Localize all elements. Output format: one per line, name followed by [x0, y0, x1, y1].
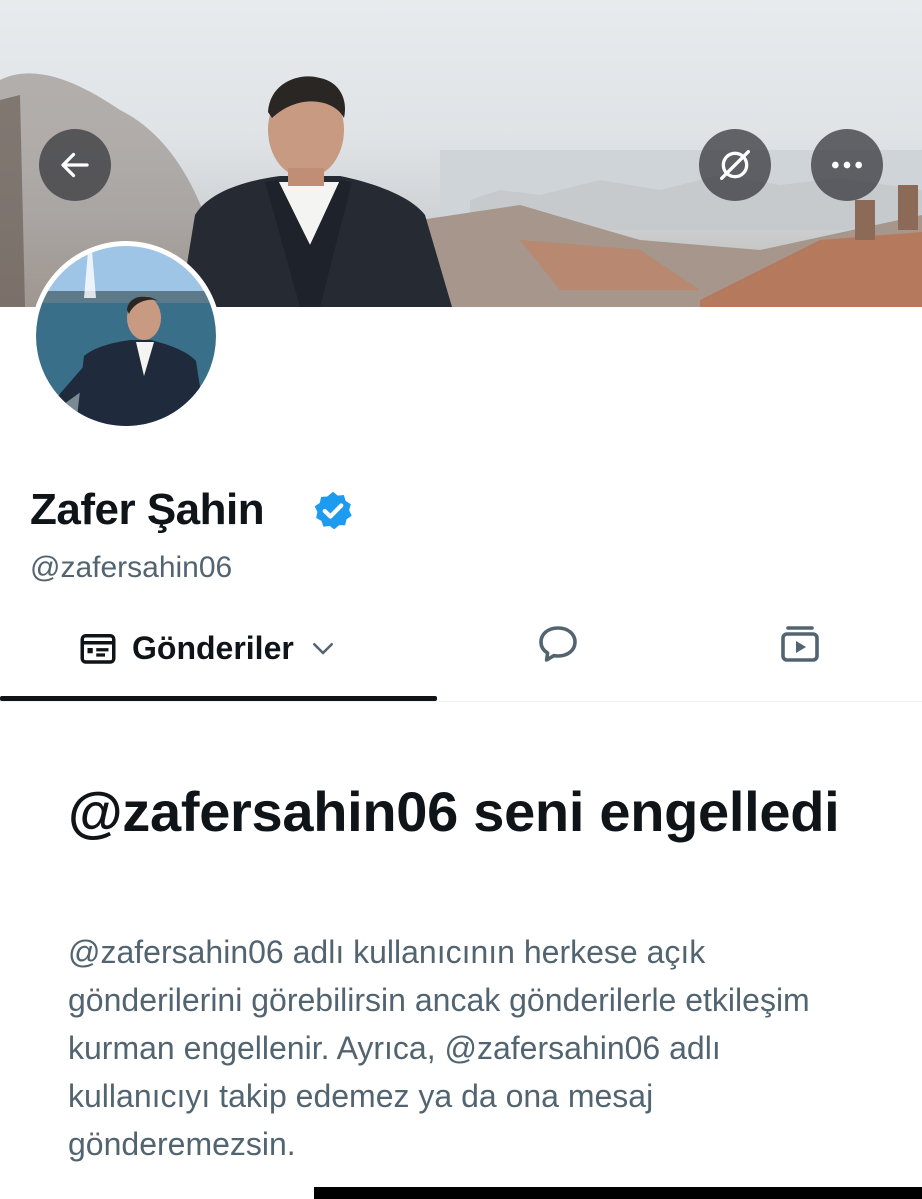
profile-handle: @zafersahin06	[30, 551, 233, 584]
more-horizontal-icon	[832, 161, 862, 169]
posts-list-icon	[80, 634, 116, 664]
chevron-down-icon[interactable]	[308, 633, 338, 663]
more-options-button[interactable]	[811, 129, 883, 201]
reply-bubble-icon	[539, 626, 577, 662]
profile-avatar[interactable]	[31, 241, 221, 431]
back-arrow-icon	[61, 152, 89, 178]
display-name: Zafer Şahin	[30, 485, 265, 534]
avatar-photo	[36, 246, 216, 426]
translate-button[interactable]	[699, 129, 771, 201]
tab-posts[interactable]: Gönderiler	[0, 600, 437, 696]
blocked-description: @zafersahin06 adlı kullanıcının herkese …	[68, 934, 810, 1162]
home-indicator	[314, 1187, 922, 1199]
tab-posts-label: Gönderiler	[132, 629, 294, 666]
blocked-title: @zafersahin06 seni engelledi	[68, 780, 840, 843]
verified-badge-icon[interactable]	[311, 489, 355, 533]
back-button[interactable]	[39, 129, 111, 201]
tab-media[interactable]	[776, 620, 824, 668]
media-play-icon	[781, 626, 819, 662]
tab-replies[interactable]	[534, 620, 582, 668]
translate-off-icon	[720, 150, 750, 180]
tabs-divider	[0, 701, 922, 702]
